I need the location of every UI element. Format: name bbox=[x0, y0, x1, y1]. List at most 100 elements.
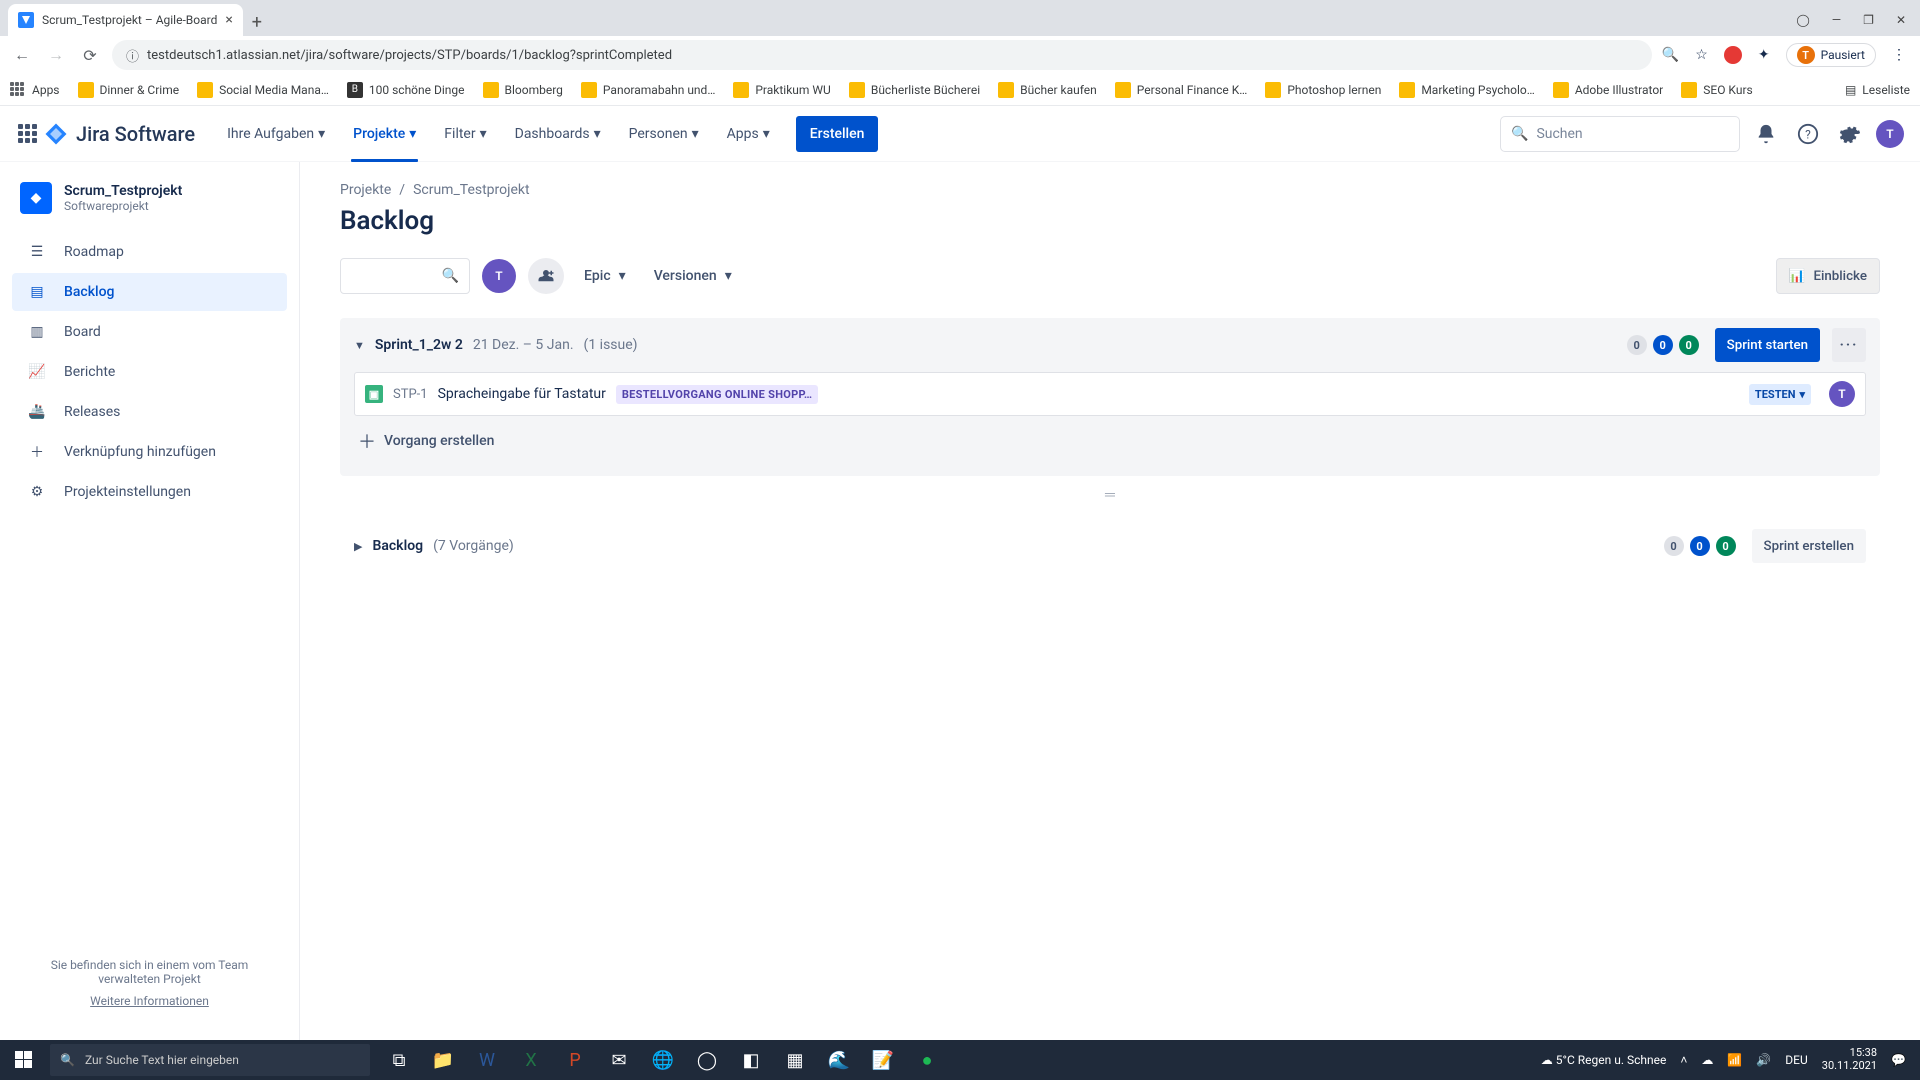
address-bar[interactable]: ⓘ testdeutsch1.atlassian.net/jira/softwa… bbox=[112, 40, 1652, 70]
zoom-icon[interactable]: 🔍 bbox=[1662, 47, 1679, 63]
edge-icon[interactable]: 🌊 bbox=[818, 1040, 860, 1080]
task-view-icon[interactable]: ⧉ bbox=[378, 1040, 420, 1080]
board-search-input[interactable]: 🔍 bbox=[340, 258, 470, 294]
sidebar-item-add-link[interactable]: ＋Verknüpfung hinzufügen bbox=[12, 433, 287, 471]
volume-icon[interactable]: 🔊 bbox=[1756, 1053, 1771, 1067]
wifi-icon[interactable]: 📶 bbox=[1727, 1053, 1742, 1067]
start-sprint-button[interactable]: Sprint starten bbox=[1715, 328, 1820, 362]
adblock-icon[interactable] bbox=[1724, 46, 1742, 64]
notifications-icon[interactable]: 💬 bbox=[1891, 1053, 1906, 1067]
epic-label[interactable]: BESTELLVORGANG ONLINE SHOPP… bbox=[616, 385, 818, 404]
nav-dashboards[interactable]: Dashboards▾ bbox=[503, 106, 613, 162]
browser-tab[interactable]: Scrum_Testprojekt – Agile-Board × bbox=[8, 4, 243, 36]
new-tab-button[interactable]: + bbox=[243, 8, 271, 36]
create-button[interactable]: Erstellen bbox=[796, 116, 879, 152]
notepad-icon[interactable]: 📝 bbox=[862, 1040, 904, 1080]
language-indicator[interactable]: DEU bbox=[1785, 1053, 1807, 1067]
bookmark-item[interactable]: Bücher kaufen bbox=[998, 82, 1097, 98]
project-header[interactable]: ◆ Scrum_Testprojekt Softwareprojekt bbox=[8, 182, 291, 232]
bookmark-item[interactable]: Adobe Illustrator bbox=[1553, 82, 1663, 98]
minimize-icon[interactable]: — bbox=[1832, 13, 1841, 27]
insights-button[interactable]: 📊Einblicke bbox=[1776, 258, 1880, 294]
nav-apps[interactable]: Apps▾ bbox=[715, 106, 782, 162]
help-icon[interactable]: ? bbox=[1792, 118, 1824, 150]
issue-key[interactable]: STP-1 bbox=[393, 387, 428, 402]
app-icon[interactable]: ◧ bbox=[730, 1040, 772, 1080]
bookmark-item[interactable]: Bücherliste Bücherei bbox=[849, 82, 980, 98]
explorer-icon[interactable]: 📁 bbox=[422, 1040, 464, 1080]
bookmark-item[interactable]: SEO Kurs bbox=[1681, 82, 1752, 98]
nav-filters[interactable]: Filter▾ bbox=[432, 106, 498, 162]
chrome-account-icon[interactable]: ◯ bbox=[1796, 13, 1809, 27]
bookmark-item[interactable]: Bloomberg bbox=[483, 82, 563, 98]
spotify-icon[interactable]: ● bbox=[906, 1040, 948, 1080]
sprint-more-button[interactable]: ··· bbox=[1832, 328, 1866, 362]
assignee-filter-avatar[interactable]: T bbox=[482, 259, 516, 293]
site-info-icon[interactable]: ⓘ bbox=[126, 46, 139, 65]
forward-button[interactable]: → bbox=[44, 43, 68, 67]
sidebar-item-roadmap[interactable]: ☰Roadmap bbox=[12, 233, 287, 271]
reading-list-button[interactable]: ▤Leseliste bbox=[1845, 83, 1910, 97]
apps-shortcut[interactable]: Apps bbox=[10, 82, 60, 98]
nav-people[interactable]: Personen▾ bbox=[617, 106, 711, 162]
chrome-menu-icon[interactable]: ⋮ bbox=[1892, 47, 1906, 63]
sidebar-footer-link[interactable]: Weitere Informationen bbox=[20, 994, 279, 1008]
create-issue-button[interactable]: ＋ Vorgang erstellen bbox=[354, 416, 1866, 466]
sidebar-item-board[interactable]: ▥Board bbox=[12, 313, 287, 351]
bookmark-item[interactable]: Social Media Mana… bbox=[197, 82, 329, 98]
user-avatar[interactable]: T bbox=[1876, 120, 1904, 148]
bookmark-item[interactable]: Personal Finance K… bbox=[1115, 82, 1248, 98]
back-button[interactable]: ← bbox=[10, 43, 34, 67]
epic-filter[interactable]: Epic▾ bbox=[576, 262, 634, 290]
close-icon[interactable]: × bbox=[225, 12, 232, 28]
bookmark-item[interactable]: Marketing Psycholo… bbox=[1399, 82, 1534, 98]
app-switcher-icon[interactable] bbox=[16, 122, 40, 146]
sidebar-item-backlog[interactable]: ▤Backlog bbox=[12, 273, 287, 311]
reload-button[interactable]: ⟳ bbox=[78, 43, 102, 67]
status-dropdown[interactable]: TESTEN▾ bbox=[1749, 384, 1811, 405]
tray-chevron-icon[interactable]: ˄ bbox=[1680, 1053, 1687, 1067]
bookmark-item[interactable]: B100 schöne Dinge bbox=[347, 82, 465, 98]
sidebar-item-releases[interactable]: 🚢Releases bbox=[12, 393, 287, 431]
taskbar-search[interactable]: 🔍 Zur Suche Text hier eingeben bbox=[50, 1044, 370, 1076]
backlog-icon: ▤ bbox=[26, 281, 48, 303]
add-people-button[interactable] bbox=[528, 258, 564, 294]
notifications-icon[interactable] bbox=[1750, 118, 1782, 150]
search-input[interactable]: 🔍 Suchen bbox=[1500, 116, 1740, 152]
sprint-header[interactable]: ▼ Sprint_1_2w 2 21 Dez. – 5 Jan. (1 issu… bbox=[354, 328, 1866, 362]
extensions-icon[interactable]: ✦ bbox=[1758, 47, 1770, 63]
mail-icon[interactable]: ✉ bbox=[598, 1040, 640, 1080]
excel-icon[interactable]: X bbox=[510, 1040, 552, 1080]
start-button[interactable] bbox=[0, 1040, 48, 1080]
jira-logo[interactable]: Jira Software bbox=[44, 122, 195, 146]
backlog-section-header[interactable]: ▶ Backlog (7 Vorgänge) 0 0 0 Sprint erst… bbox=[340, 529, 1880, 563]
resize-handle[interactable]: ═ bbox=[340, 476, 1880, 513]
bookmark-star-icon[interactable]: ☆ bbox=[1695, 47, 1708, 63]
nav-projects[interactable]: Projekte▾ bbox=[341, 106, 428, 162]
sidebar-item-reports[interactable]: 📈Berichte bbox=[12, 353, 287, 391]
bookmark-item[interactable]: Photoshop lernen bbox=[1265, 82, 1381, 98]
word-icon[interactable]: W bbox=[466, 1040, 508, 1080]
issue-row[interactable]: ▣ STP-1 Spracheingabe für Tastatur BESTE… bbox=[354, 372, 1866, 416]
version-filter[interactable]: Versionen▾ bbox=[646, 262, 740, 290]
maximize-icon[interactable]: ❐ bbox=[1863, 13, 1874, 27]
weather-widget[interactable]: ☁ 5°C Regen u. Schnee bbox=[1541, 1053, 1667, 1067]
chrome-icon[interactable]: 🌐 bbox=[642, 1040, 684, 1080]
clock[interactable]: 15:38 30.11.2021 bbox=[1822, 1047, 1877, 1072]
bookmark-item[interactable]: Dinner & Crime bbox=[78, 82, 180, 98]
close-window-icon[interactable]: ✕ bbox=[1896, 13, 1906, 27]
settings-icon[interactable] bbox=[1834, 118, 1866, 150]
breadcrumb-projects[interactable]: Projekte bbox=[340, 182, 391, 198]
powerpoint-icon[interactable]: P bbox=[554, 1040, 596, 1080]
breadcrumb-project[interactable]: Scrum_Testprojekt bbox=[413, 182, 530, 198]
bookmark-item[interactable]: Praktikum WU bbox=[733, 82, 830, 98]
sidebar-item-settings[interactable]: ⚙Projekteinstellungen bbox=[12, 473, 287, 511]
assignee-avatar[interactable]: T bbox=[1829, 381, 1855, 407]
app-icon[interactable]: ▦ bbox=[774, 1040, 816, 1080]
bookmark-item[interactable]: Panoramabahn und… bbox=[581, 82, 715, 98]
create-sprint-button[interactable]: Sprint erstellen bbox=[1752, 529, 1866, 563]
nav-your-work[interactable]: Ihre Aufgaben▾ bbox=[215, 106, 337, 162]
profile-chip[interactable]: T Pausiert bbox=[1786, 43, 1876, 67]
obs-icon[interactable]: ◯ bbox=[686, 1040, 728, 1080]
onedrive-icon[interactable]: ☁ bbox=[1701, 1053, 1713, 1067]
